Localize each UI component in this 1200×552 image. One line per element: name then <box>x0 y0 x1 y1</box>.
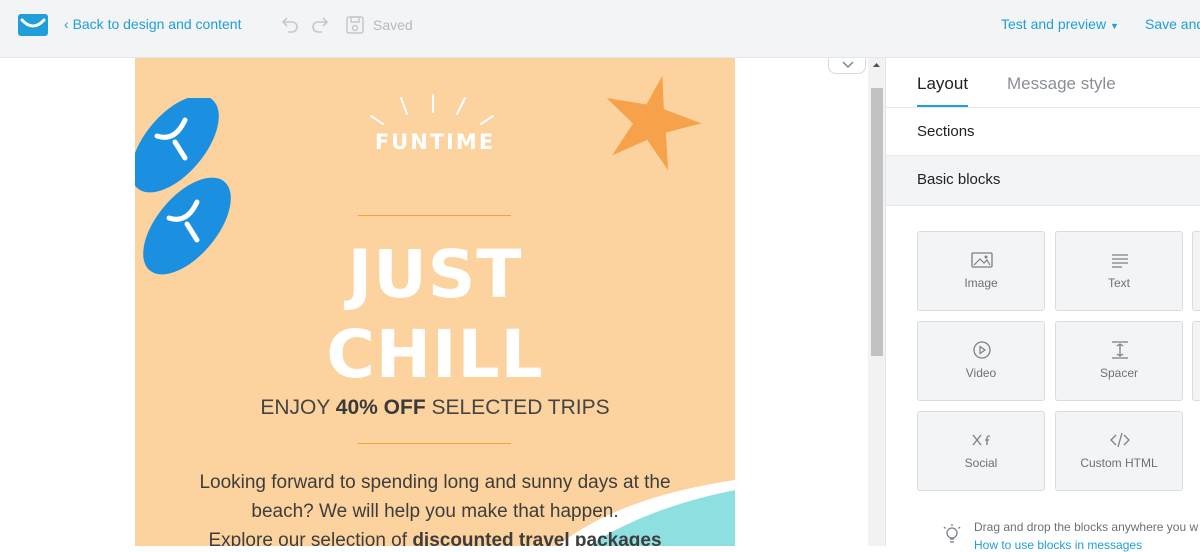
tab-layout[interactable]: Layout <box>917 74 968 94</box>
sun-rays-illustration <box>370 94 494 125</box>
image-icon <box>971 252 993 268</box>
divider-bottom <box>358 443 511 444</box>
how-to-use-blocks-link[interactable]: How to use blocks in messages <box>974 538 1142 552</box>
code-icon <box>1110 432 1130 448</box>
sections-accordion[interactable]: Sections <box>886 108 1200 156</box>
block-text[interactable]: Text <box>1055 231 1183 311</box>
body-text: Looking forward to spending long and sun… <box>199 472 671 546</box>
canvas-scroll-thumb[interactable] <box>871 88 883 356</box>
block-image[interactable]: Image <box>917 231 1045 311</box>
redo-icon[interactable] <box>310 14 332 36</box>
tab-message-style[interactable]: Message style <box>1007 74 1116 94</box>
saved-status: Saved <box>373 17 413 33</box>
scroll-up-arrow-icon[interactable] <box>868 58 885 72</box>
block-partial[interactable] <box>1192 231 1200 311</box>
back-to-design-link[interactable]: ‹ Back to design and content <box>64 16 241 32</box>
block-spacer[interactable]: Spacer <box>1055 321 1183 401</box>
chevron-left-icon: ‹ <box>64 16 73 32</box>
editor-canvas: FUNTIME JUST CHILL ENJOY 40% OFF SELECTE… <box>0 58 868 546</box>
test-and-preview-button[interactable]: Test and preview ▼ <box>1001 16 1119 32</box>
video-icon <box>973 341 991 359</box>
headline-just: JUST <box>347 236 523 313</box>
block-video[interactable]: Video <box>917 321 1045 401</box>
email-preview[interactable]: FUNTIME JUST CHILL ENJOY 40% OFF SELECTE… <box>135 58 735 546</box>
drag-drop-hint: Drag and drop the blocks anywhere you w <box>974 520 1199 534</box>
top-bar: ‹ Back to design and content Saved Test … <box>0 0 1200 58</box>
starfish-illustration <box>606 75 702 171</box>
collapse-toggle-button[interactable] <box>828 58 866 74</box>
spacer-icon <box>1112 341 1128 359</box>
getresponse-logo-icon[interactable] <box>18 14 48 36</box>
offer-line: ENJOY 40% OFF SELECTED TRIPS <box>260 396 610 419</box>
lightbulb-icon <box>943 524 961 543</box>
block-partial-2[interactable] <box>1192 321 1200 401</box>
chevron-down-icon <box>842 61 854 68</box>
editor-side-panel: Layout Message style Sections Basic bloc… <box>885 58 1200 552</box>
save-and-button[interactable]: Save and <box>1145 16 1200 32</box>
text-icon <box>1112 254 1128 268</box>
block-custom-html[interactable]: Custom HTML <box>1055 411 1183 491</box>
basic-blocks-accordion[interactable]: Basic blocks <box>886 156 1200 206</box>
headline-chill: CHILL <box>326 316 544 393</box>
undo-icon[interactable] <box>278 14 300 36</box>
funtime-title: FUNTIME <box>374 130 496 154</box>
social-icon <box>972 434 990 446</box>
save-icon <box>346 16 364 34</box>
caret-down-icon: ▼ <box>1109 21 1119 31</box>
block-social[interactable]: Social <box>917 411 1045 491</box>
divider-top <box>358 215 511 216</box>
